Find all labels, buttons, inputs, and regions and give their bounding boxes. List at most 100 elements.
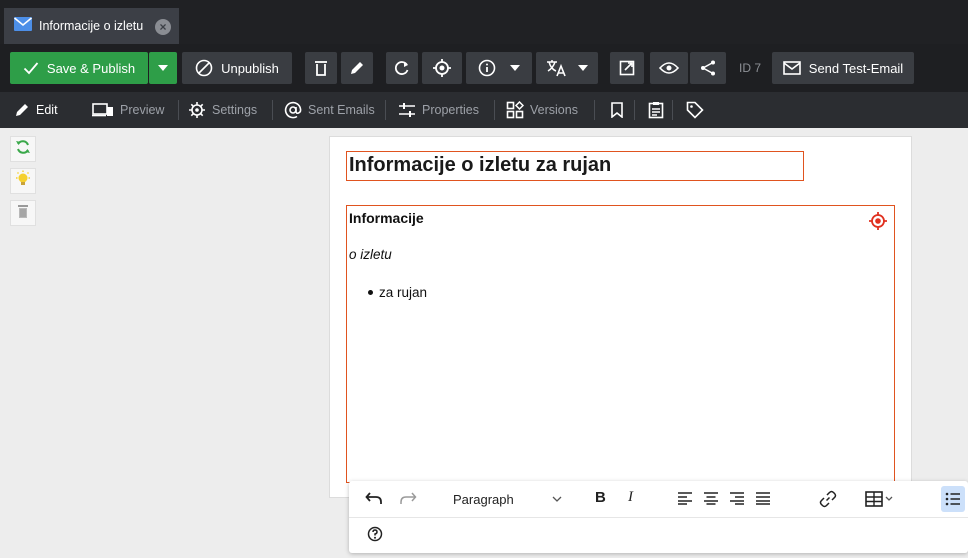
align-center-icon[interactable] xyxy=(703,491,719,505)
save-options-dropdown[interactable] xyxy=(149,52,177,84)
tag-icon xyxy=(686,101,710,119)
redo-icon[interactable] xyxy=(399,490,417,506)
reload-icon xyxy=(394,60,410,76)
share-icon xyxy=(699,59,717,77)
bookmark-icon xyxy=(610,102,630,118)
close-icon[interactable]: × xyxy=(155,19,171,35)
chevron-down-icon xyxy=(551,492,563,509)
save-publish-label: Save & Publish xyxy=(46,60,136,76)
delete-button[interactable] xyxy=(305,52,337,84)
tab-separator xyxy=(494,100,495,120)
list-item: za rujan xyxy=(368,285,427,300)
trash-icon xyxy=(17,203,29,224)
tab-sent-emails-label: Sent Emails xyxy=(308,103,375,117)
editor-tab-bar: Edit Preview Settings Sent Emails Proper… xyxy=(0,92,968,128)
block-style-select[interactable]: Paragraph xyxy=(447,486,567,512)
block-style-label: Paragraph xyxy=(453,491,514,507)
refresh-button[interactable] xyxy=(10,136,36,162)
tab-title: Informacije o izletu xyxy=(39,19,144,33)
editor-toolbar: Paragraph B I xyxy=(349,481,968,553)
tab-bookmark[interactable] xyxy=(610,92,630,128)
document-id: ID 7 xyxy=(739,61,762,75)
align-left-icon[interactable] xyxy=(677,491,693,505)
help-icon[interactable] xyxy=(367,526,383,542)
document-tab[interactable]: Informacije o izletu × xyxy=(4,8,179,44)
tab-versions-label: Versions xyxy=(530,103,578,117)
align-justify-icon[interactable] xyxy=(755,491,771,505)
save-publish-button[interactable]: Save & Publish xyxy=(10,52,148,84)
caret-down-icon xyxy=(578,65,588,71)
tab-separator xyxy=(272,100,273,120)
tab-settings-label: Settings xyxy=(212,103,258,117)
open-external-button[interactable] xyxy=(610,52,644,84)
tab-sent-emails[interactable]: Sent Emails xyxy=(284,92,375,128)
tab-edit-label: Edit xyxy=(36,103,58,117)
pencil-icon xyxy=(14,102,36,118)
sliders-icon xyxy=(398,102,422,118)
envelope-icon xyxy=(782,61,801,75)
toolbar-divider xyxy=(349,517,968,518)
tab-separator xyxy=(634,100,635,120)
bulleted-list-icon[interactable] xyxy=(941,486,965,512)
mail-icon xyxy=(13,16,33,37)
undo-icon[interactable] xyxy=(365,490,383,506)
reload-button[interactable] xyxy=(386,52,418,84)
table-icon[interactable] xyxy=(865,491,895,507)
send-test-email-button[interactable]: Send Test-Email xyxy=(772,52,914,84)
tab-settings[interactable]: Settings xyxy=(188,92,257,128)
italic-icon[interactable]: I xyxy=(628,489,633,506)
email-subject-field[interactable]: Informacije o izletu za rujan xyxy=(346,151,804,181)
tab-separator xyxy=(672,100,673,120)
side-toolbar xyxy=(10,136,38,232)
share-button[interactable] xyxy=(690,52,726,84)
rename-button[interactable] xyxy=(341,52,373,84)
unpublish-button[interactable]: Unpublish xyxy=(182,52,292,84)
tab-preview[interactable]: Preview xyxy=(92,92,164,128)
bold-icon[interactable]: B xyxy=(595,489,606,506)
tab-separator xyxy=(594,100,595,120)
lightbulb-icon xyxy=(14,170,32,193)
caret-down-icon xyxy=(158,65,168,71)
versions-icon xyxy=(506,101,530,119)
tab-versions[interactable]: Versions xyxy=(506,92,578,128)
check-icon xyxy=(23,61,39,75)
info-icon xyxy=(478,59,496,77)
tab-properties[interactable]: Properties xyxy=(398,92,479,128)
tab-tags[interactable] xyxy=(686,92,710,128)
at-icon xyxy=(284,101,308,119)
preview-button[interactable] xyxy=(650,52,688,84)
gear-icon xyxy=(188,101,212,119)
content-heading: Informacije xyxy=(349,210,424,226)
trash-icon xyxy=(314,60,328,76)
tab-separator xyxy=(385,100,386,120)
tab-clipboard[interactable] xyxy=(648,92,670,128)
ban-icon xyxy=(195,59,213,77)
info-dropdown-button[interactable] xyxy=(466,52,532,84)
translate-icon xyxy=(546,59,568,77)
tab-properties-label: Properties xyxy=(422,103,479,117)
wysiwyg-editor[interactable]: Informacije o izletu za rujan xyxy=(346,205,895,483)
locate-button[interactable] xyxy=(422,52,462,84)
main-toolbar: Save & Publish Unpublish ID 7 Send Test-… xyxy=(0,44,968,92)
list-item-text: za rujan xyxy=(379,285,428,300)
bullet-icon xyxy=(368,290,373,295)
send-test-email-label: Send Test-Email xyxy=(808,60,904,76)
external-link-icon xyxy=(619,60,635,76)
pencil-icon xyxy=(349,60,365,76)
document-tab-bar: Informacije o izletu × xyxy=(0,0,968,44)
caret-down-icon xyxy=(510,65,520,71)
tab-separator xyxy=(178,100,179,120)
refresh-icon xyxy=(15,139,31,160)
align-right-icon[interactable] xyxy=(729,491,745,505)
unpublish-label: Unpublish xyxy=(221,60,279,76)
target-icon[interactable] xyxy=(868,211,888,236)
tab-edit[interactable]: Edit xyxy=(14,92,58,128)
translate-dropdown-button[interactable] xyxy=(536,52,598,84)
trash-button[interactable] xyxy=(10,200,36,226)
link-icon[interactable] xyxy=(819,490,837,508)
suggestion-button[interactable] xyxy=(10,168,36,194)
target-icon xyxy=(432,58,452,78)
clipboard-icon xyxy=(648,101,670,119)
devices-icon xyxy=(92,103,120,117)
tab-preview-label: Preview xyxy=(120,103,165,117)
